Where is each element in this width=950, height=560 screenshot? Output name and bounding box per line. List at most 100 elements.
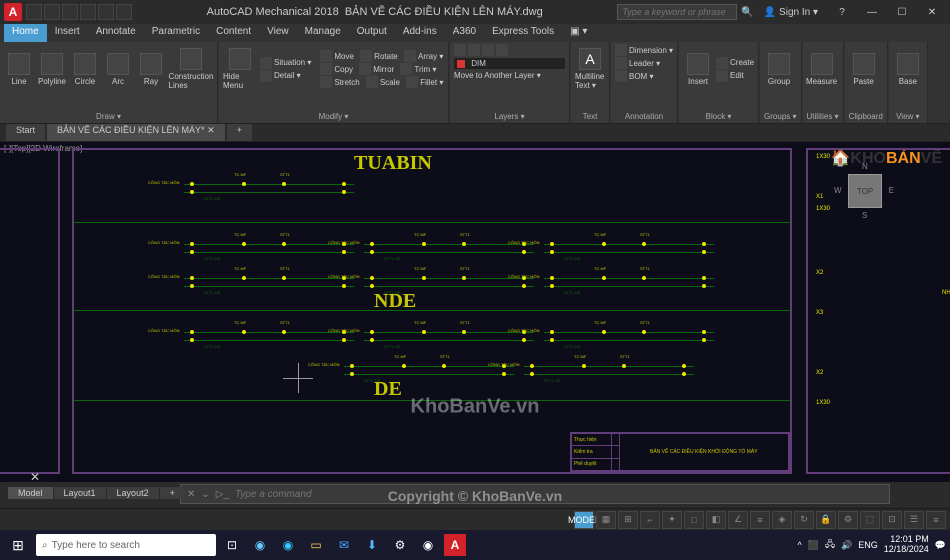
doc-tab-add[interactable]: + [227,124,252,141]
panel-draw-title[interactable]: Draw ▾ [4,111,213,121]
mail-icon[interactable]: ✉ [332,533,356,557]
status-qprop-icon[interactable]: ☰ [904,511,924,529]
circle-button[interactable]: Circle [70,44,100,94]
sign-in-button[interactable]: 👤 Sign In ▾ [758,7,824,18]
tab-parametric[interactable]: Parametric [144,24,208,42]
panel-utilities-title[interactable]: Utilities ▾ [807,111,839,121]
panel-layers-title[interactable]: Layers ▾ [454,111,565,121]
ray-button[interactable]: Ray [136,44,166,94]
doc-tab-start[interactable]: Start [6,124,45,141]
autocad-logo-icon[interactable]: A [4,3,22,21]
panel-view-title[interactable]: View ▾ [893,111,923,121]
status-workspace-icon[interactable]: ⚙ [838,511,858,529]
insert-button[interactable]: Insert [683,44,713,94]
bom-button[interactable]: BOM ▾ [629,72,653,81]
status-snap-icon[interactable]: ⊞ [618,511,638,529]
panel-text-title[interactable]: Text [575,111,605,121]
mirror-button[interactable]: Mirror [373,65,394,74]
dimension-button[interactable]: Dimension ▾ [629,46,673,55]
fillet-button[interactable]: Fillet ▾ [420,78,443,87]
status-lwt-icon[interactable]: ≡ [750,511,770,529]
base-button[interactable]: Base [893,44,923,94]
group-button[interactable]: Group [764,44,794,94]
cmd-close-icon[interactable]: ✕ [187,489,195,500]
close-button[interactable]: ✕ [918,2,946,22]
panel-groups-title[interactable]: Groups ▾ [764,111,796,121]
qat-open-icon[interactable] [44,4,60,20]
tray-lang-icon[interactable]: ENG [858,540,878,550]
task-view-icon[interactable]: ⊡ [220,533,244,557]
qat-redo-icon[interactable] [98,4,114,20]
panel-modify-title[interactable]: Modify ▾ [223,111,444,121]
panel-clipboard-title[interactable]: Clipboard [849,111,883,121]
viewcube[interactable]: N E S W TOP [840,166,890,216]
chrome-icon[interactable]: ◉ [416,533,440,557]
tab-content[interactable]: Content [208,24,259,42]
minimize-button[interactable]: — [858,2,886,22]
status-grid-icon[interactable]: ▦ [596,511,616,529]
polyline-button[interactable]: Polyline [37,44,67,94]
tray-volume-icon[interactable]: 🔊 [841,540,852,551]
taskbar-search[interactable]: ⌕ Type here to search [36,534,216,556]
tab-express[interactable]: Express Tools [484,24,562,42]
status-cycling-icon[interactable]: ↻ [794,511,814,529]
layout-tab-add[interactable]: + [160,487,185,499]
infocenter-search-icon[interactable]: 🔍 [741,7,753,18]
autocad-task-icon[interactable]: A [444,534,466,556]
edit-block-button[interactable]: Edit [730,71,744,80]
status-ortho-icon[interactable]: ⌐ [640,511,660,529]
tab-home[interactable]: Home [4,24,47,42]
tab-output[interactable]: Output [349,24,395,42]
status-polar-icon[interactable]: ✦ [662,511,682,529]
copy-button[interactable]: Copy [334,65,353,74]
tray-network-icon[interactable]: 🖧 [825,537,835,553]
tab-insert[interactable]: Insert [47,24,88,42]
maximize-button[interactable]: ☐ [888,2,916,22]
line-button[interactable]: Line [4,44,34,94]
situation-icon[interactable] [260,57,272,69]
measure-button[interactable]: Measure [807,44,837,94]
copilot-icon[interactable]: ◉ [248,533,272,557]
status-units-icon[interactable]: ⊡ [882,511,902,529]
situation-button[interactable]: Situation ▾ [274,58,311,67]
notifications-icon[interactable]: 💬 [935,540,946,551]
tab-a360[interactable]: A360 [445,24,484,42]
hide-menu-button[interactable]: Hide Menu [223,44,257,94]
qat-print-icon[interactable] [116,4,132,20]
construction-lines-button[interactable]: Construction Lines [169,44,213,94]
status-annotation-icon[interactable]: ⬚ [860,511,880,529]
store-icon[interactable]: ⬇ [360,533,384,557]
qat-save-icon[interactable] [62,4,78,20]
arc-button[interactable]: Arc [103,44,133,94]
settings-icon[interactable]: ⚙ [388,533,412,557]
system-tray[interactable]: ^ ⬛ 🖧 🔊 ENG 12:01 PM12/18/2024 💬 [798,535,947,555]
status-annoscale-icon[interactable]: 🔒 [816,511,836,529]
infocenter-search[interactable] [617,4,737,20]
doc-tab-drawing[interactable]: BẢN VẼ CÁC ĐIỀU KIỆN LÊN MÁY* ✕ [47,124,225,141]
detail-button[interactable]: Detail ▾ [274,71,301,80]
tab-addins[interactable]: Add-ins [395,24,445,42]
viewport-close-icon[interactable]: ✕ [30,470,40,482]
detail-icon[interactable] [260,70,272,82]
edge-icon[interactable]: ◉ [276,533,300,557]
trim-button[interactable]: Trim ▾ [414,65,436,74]
tab-featured[interactable]: ▣ ▾ [562,24,595,42]
drawing-area[interactable]: [-][Top][2D Wireframe] 🏠KHOBẢNVẼ TUABIN … [0,142,950,482]
status-transparency-icon[interactable]: ◈ [772,511,792,529]
create-block-button[interactable]: Create [730,58,754,67]
panel-block-title[interactable]: Block ▾ [683,111,754,121]
layout-tab-model[interactable]: Model [8,487,53,499]
tab-manage[interactable]: Manage [297,24,349,42]
status-3dosnap-icon[interactable]: ◧ [706,511,726,529]
tab-annotate[interactable]: Annotate [88,24,144,42]
tray-chevron-icon[interactable]: ^ [798,540,802,550]
array-button[interactable]: Array ▾ [418,52,443,61]
status-model-button[interactable]: MODEL [574,511,594,529]
layout-tab-1[interactable]: Layout1 [54,487,106,499]
explorer-icon[interactable]: ▭ [304,533,328,557]
rotate-button[interactable]: Rotate [374,52,398,61]
move-layer-button[interactable]: Move to Another Layer ▾ [454,71,541,80]
text-button[interactable]: AMultiline Text ▾ [575,44,605,94]
qat-new-icon[interactable] [26,4,42,20]
status-customize-icon[interactable]: ≡ [926,511,946,529]
